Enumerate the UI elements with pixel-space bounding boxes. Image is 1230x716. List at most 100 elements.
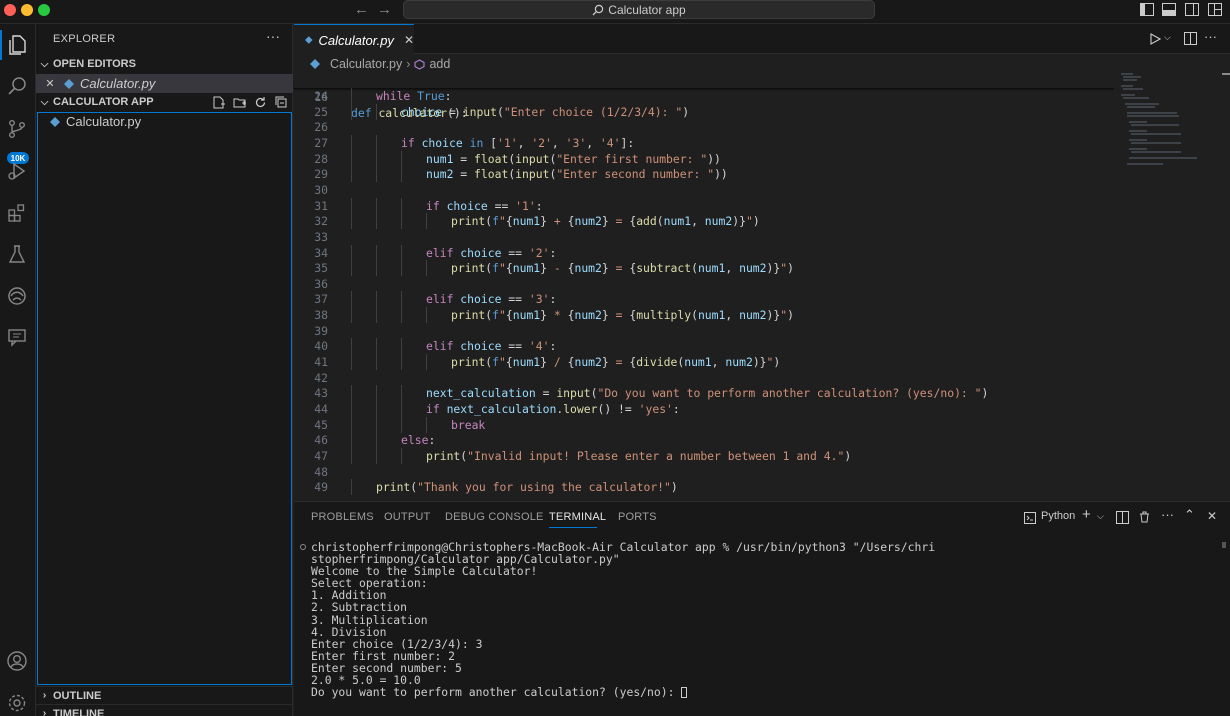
tab-calculator-py[interactable]: Calculator.py ✕ (294, 24, 414, 55)
customize-layout-icon[interactable] (1208, 3, 1222, 16)
chevron-down-icon: ⌵ (40, 96, 49, 108)
toggle-secondary-sidebar-icon[interactable] (1185, 3, 1199, 16)
file-tree-label: Calculator.py (66, 114, 142, 129)
outline-header[interactable]: › OUTLINE (36, 686, 293, 704)
back-arrow-icon[interactable]: ← (354, 1, 369, 18)
code-line[interactable]: 33 (294, 229, 1114, 245)
chevron-right-icon: › (42, 690, 47, 701)
new-terminal-icon[interactable]: + (1082, 506, 1091, 523)
maximize-window-button[interactable] (38, 4, 50, 16)
source-control-icon[interactable] (4, 116, 30, 142)
open-editor-item[interactable]: ✕ Calculator.py (36, 74, 293, 93)
code-line[interactable]: 40 elif choice == '4': (294, 338, 1114, 355)
code-text: print("Thank you for using the calculato… (376, 480, 678, 495)
refresh-icon[interactable] (254, 96, 267, 109)
more-actions-icon[interactable]: ··· (1161, 507, 1174, 522)
split-editor-icon[interactable] (1184, 32, 1197, 45)
tab-output[interactable]: OUTPUT (384, 511, 430, 523)
indent-guide (376, 416, 377, 433)
code-line[interactable]: 28 num1 = float(input("Enter first number… (294, 150, 1114, 167)
code-text: choice = input("Enter choice (1/2/3/4): … (401, 104, 690, 119)
code-line[interactable]: 27 if choice in ['1', '2', '3', '4']: (294, 134, 1114, 151)
tab-debug-console[interactable]: DEBUG CONSOLE (445, 511, 544, 523)
more-actions-icon[interactable]: ··· (266, 28, 280, 44)
terminal-scrollbar[interactable] (1222, 542, 1226, 548)
run-debug-icon[interactable] (4, 158, 30, 184)
code-line[interactable]: 30 (294, 182, 1114, 198)
run-python-file-icon[interactable] (1149, 33, 1161, 45)
code-line[interactable]: 41 print(f"{num1} / {num2} = {divide(num1… (294, 354, 1114, 371)
code-line[interactable]: 46 else: (294, 432, 1114, 449)
code-line[interactable]: 47 print("Invalid input! Please enter a n… (294, 447, 1114, 464)
close-window-button[interactable] (4, 4, 16, 16)
sticky-scroll-line[interactable]: 16 def calculator(): (294, 73, 1114, 120)
indent-guide (351, 134, 352, 151)
python-file-icon (310, 59, 320, 69)
code-line[interactable]: 32 print(f"{num1} + {num2} = {add(num1, n… (294, 213, 1114, 230)
code-line[interactable]: 34 elif choice == '2': (294, 244, 1114, 261)
account-icon[interactable] (4, 648, 30, 674)
terminal-icon (1024, 512, 1036, 524)
code-line[interactable]: 49 print("Thank you for using the calcula… (294, 479, 1114, 496)
code-line[interactable]: 24 while True: (294, 88, 1114, 104)
line-number: 24 (314, 89, 328, 103)
testing-icon[interactable] (4, 241, 30, 267)
new-folder-icon[interactable] (233, 96, 246, 109)
run-dropdown-icon[interactable]: ⌵ (1164, 32, 1171, 43)
new-file-icon[interactable] (212, 96, 225, 109)
indent-guide (351, 150, 352, 167)
tab-problems[interactable]: PROBLEMS (311, 511, 374, 523)
explorer-icon[interactable] (4, 32, 30, 58)
forward-arrow-icon[interactable]: → (377, 1, 392, 18)
settings-gear-icon[interactable] (4, 690, 30, 716)
line-number: 39 (314, 323, 328, 338)
code-line[interactable]: 48 (294, 464, 1114, 480)
indent-guide (376, 307, 377, 324)
chat-icon[interactable] (4, 324, 30, 350)
command-decoration-icon[interactable] (300, 544, 306, 550)
code-line[interactable]: 26 (294, 119, 1114, 135)
line-number: 31 (314, 198, 328, 213)
minimap[interactable] (1119, 70, 1209, 170)
tab-terminal[interactable]: TERMINAL (549, 511, 606, 523)
scrollbar-thumb[interactable] (1222, 73, 1230, 75)
code-line[interactable]: 43 next_calculation = input("Do you want … (294, 385, 1114, 402)
code-line[interactable]: 39 (294, 323, 1114, 339)
breadcrumb-file[interactable]: Calculator.py (330, 57, 402, 71)
code-line[interactable]: 31 if choice == '1': (294, 197, 1114, 214)
maximize-panel-icon[interactable]: ⌃ (1184, 507, 1195, 523)
toggle-primary-sidebar-icon[interactable] (1140, 3, 1154, 16)
code-line[interactable]: 36 (294, 276, 1114, 292)
close-tab-icon[interactable]: ✕ (404, 33, 414, 47)
toggle-panel-icon[interactable] (1162, 3, 1176, 16)
indent-guide (401, 338, 402, 355)
code-line[interactable]: 37 elif choice == '3': (294, 291, 1114, 308)
file-tree-item[interactable]: Calculator.py (36, 112, 293, 131)
search-icon[interactable] (4, 73, 30, 99)
code-line[interactable]: 38 print(f"{num1} * {num2} = {multiply(nu… (294, 307, 1114, 324)
terminal-dropdown-icon[interactable]: ⌵ (1097, 511, 1104, 522)
code-line[interactable]: 35 print(f"{num1} - {num2} = {subtract(nu… (294, 260, 1114, 277)
indent-guide (426, 260, 427, 277)
tab-ports[interactable]: PORTS (618, 511, 657, 523)
close-icon[interactable]: ✕ (36, 77, 64, 90)
minimize-window-button[interactable] (21, 4, 33, 16)
close-panel-icon[interactable]: ✕ (1207, 509, 1217, 523)
code-line[interactable]: 44 if next_calculation.lower() != 'yes': (294, 401, 1114, 417)
remote-explorer-icon[interactable] (4, 283, 30, 309)
command-center-search[interactable]: Calculator app (403, 0, 875, 19)
code-line[interactable]: 42 (294, 370, 1114, 386)
collapse-all-icon[interactable] (275, 96, 288, 109)
code-line[interactable]: 29 num2 = float(input("Enter second numbe… (294, 166, 1114, 183)
terminal-name[interactable]: Python (1041, 510, 1075, 522)
split-terminal-icon[interactable] (1116, 511, 1129, 524)
breadcrumb-symbol[interactable]: add (429, 57, 450, 71)
code-line[interactable]: 25 choice = input("Enter choice (1/2/3/4)… (294, 103, 1114, 120)
terminal-output[interactable]: christopherfrimpong@Christophers-MacBook… (311, 541, 1211, 698)
more-actions-icon[interactable]: ··· (1204, 29, 1217, 44)
open-editors-header[interactable]: ⌵ OPEN EDITORS (36, 55, 293, 73)
extensions-icon[interactable] (4, 200, 30, 226)
trash-icon[interactable] (1139, 511, 1150, 523)
code-line[interactable]: 45 break (294, 416, 1114, 433)
timeline-header[interactable]: › TIMELINE (36, 704, 293, 716)
